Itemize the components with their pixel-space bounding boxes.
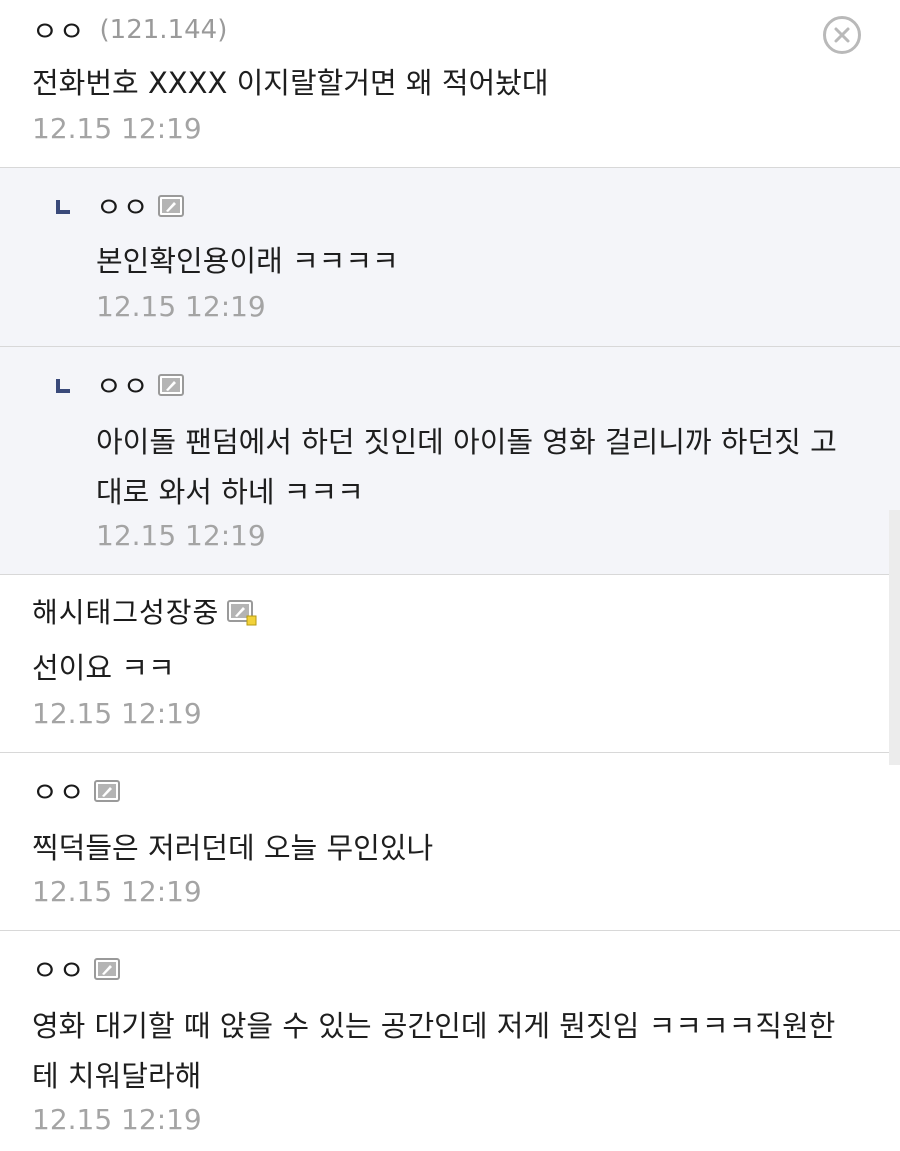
- reply-arrow-icon: [56, 200, 70, 214]
- comment-text: 영화 대기할 때 앉을 수 있는 공간인데 저게 뭔짓임 ㅋㅋㅋㅋ직원한 테 치…: [32, 1009, 836, 1093]
- half-fixed-user-icon: [227, 600, 257, 626]
- fixed-user-icon: [157, 195, 184, 217]
- reply-arrow-icon: [56, 379, 70, 393]
- comment-item: 해시태그성장중 선이요 ㅋㅋ 12.15 12:19: [0, 575, 900, 753]
- reply-item: ㅇㅇ 아이돌 팬덤에서 하던 짓인데 아이돌 영화 걸리니까 하던짓 고 대로 …: [0, 347, 900, 575]
- ip-address: (121.144): [99, 15, 228, 45]
- comment-time: 12.15 12:19: [96, 290, 266, 323]
- comment-text: 본인확인용이래 ㅋㅋㅋㅋ: [96, 244, 399, 278]
- fixed-user-icon: [157, 374, 184, 396]
- nickname[interactable]: ㅇㅇ: [32, 949, 86, 989]
- comment-author: 해시태그성장중: [32, 591, 257, 631]
- nickname[interactable]: 해시태그성장중: [32, 591, 219, 631]
- comment-author: ㅇㅇ: [96, 186, 184, 226]
- comment-time: 12.15 12:19: [32, 697, 202, 730]
- comment-text: 전화번호 XXXX 이지랄할거면 왜 적어놨대: [32, 66, 549, 100]
- comment-author: ㅇㅇ: [96, 365, 184, 405]
- comment-text: 아이돌 팬덤에서 하던 짓인데 아이돌 영화 걸리니까 하던짓 고 대로 와서 …: [96, 425, 837, 509]
- scrollbar[interactable]: [889, 510, 900, 765]
- nickname[interactable]: ㅇㅇ: [32, 10, 86, 50]
- nickname[interactable]: ㅇㅇ: [32, 771, 86, 811]
- comment-time: 12.15 12:19: [32, 112, 202, 145]
- nickname[interactable]: ㅇㅇ: [96, 365, 150, 405]
- comment-author: ㅇㅇ: [32, 771, 120, 811]
- fixed-user-icon: [93, 958, 120, 980]
- comment-item: ㅇㅇ (121.144) 전화번호 XXXX 이지랄할거면 왜 적어놨대 12.…: [0, 0, 900, 168]
- comment-text: 찍덕들은 저러던데 오늘 무인있나: [32, 831, 434, 865]
- fixed-user-icon: [93, 780, 120, 802]
- comment-author: ㅇㅇ (121.144): [32, 10, 227, 50]
- comment-author: ㅇㅇ: [32, 949, 120, 989]
- comment-time: 12.15 12:19: [32, 1103, 202, 1136]
- comment-item: ㅇㅇ 영화 대기할 때 앉을 수 있는 공간인데 저게 뭔짓임 ㅋㅋㅋㅋ직원한 …: [0, 931, 900, 1151]
- comment-time: 12.15 12:19: [96, 519, 266, 552]
- nickname[interactable]: ㅇㅇ: [96, 186, 150, 226]
- comment-time: 12.15 12:19: [32, 875, 202, 908]
- comment-text: 선이요 ㅋㅋ: [32, 651, 175, 685]
- comment-item: ㅇㅇ 찍덕들은 저러던데 오늘 무인있나 12.15 12:19: [0, 753, 900, 931]
- reply-item: ㅇㅇ 본인확인용이래 ㅋㅋㅋㅋ 12.15 12:19: [0, 168, 900, 347]
